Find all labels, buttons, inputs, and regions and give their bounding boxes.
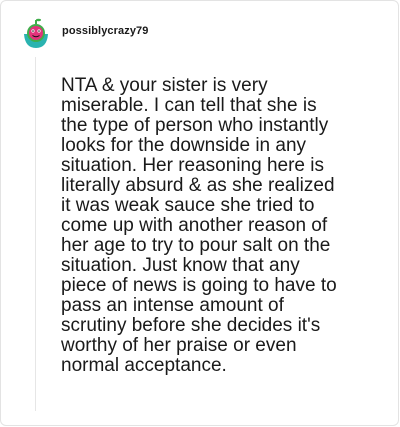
comment-line: the type of person who instantly <box>61 115 329 136</box>
watermelon-avatar-icon <box>19 15 53 49</box>
comment-line: looks for the downside in any <box>61 135 307 156</box>
thread-line[interactable] <box>35 57 36 411</box>
comment-line: worthy of her praise or even <box>61 335 297 356</box>
comment-line: come up with another reason of <box>61 215 328 236</box>
comment-line: piece of news is going to have to <box>61 275 337 296</box>
comment-line: pass an intense amount of <box>61 295 284 316</box>
comment-line: her age to try to pour salt on the <box>61 235 331 256</box>
avatar[interactable] <box>19 15 53 49</box>
comment-line: it was weak sauce she tried to <box>61 195 315 216</box>
comment-line: literally absurd & as she realized <box>61 175 335 196</box>
comment-line: situation. Just know that any <box>61 255 300 276</box>
username[interactable]: possiblycrazy79 <box>62 25 149 37</box>
comment-line: miserable. I can tell that she is <box>61 95 317 116</box>
comment-card: possiblycrazy79 NTA & your sister is ver… <box>0 0 399 426</box>
comment-body: NTA & your sister is very miserable. I c… <box>61 76 391 376</box>
comment-line: scrutiny before she decides it's <box>61 315 321 336</box>
comment-line: normal acceptance. <box>61 355 227 376</box>
comment-line: situation. Her reasoning here is <box>61 155 324 176</box>
comment-line: NTA & your sister is very <box>61 75 268 96</box>
